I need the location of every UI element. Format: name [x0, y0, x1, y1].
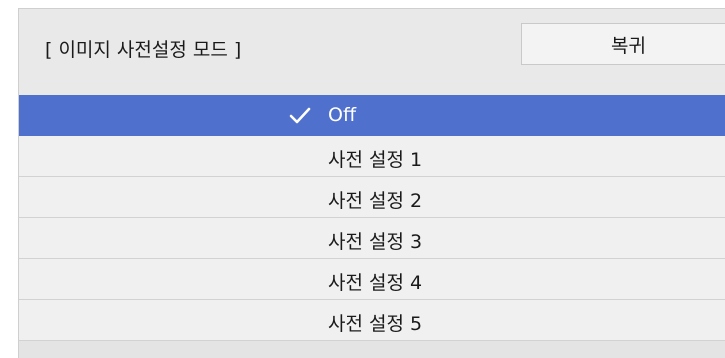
reset-button[interactable]: 복귀: [521, 23, 725, 65]
option-preset-2[interactable]: 사전 설정 2: [19, 177, 725, 218]
option-label: 사전 설정 3: [328, 231, 423, 253]
panel-title: [ 이미지 사전설정 모드 ]: [45, 39, 242, 61]
option-preset-5[interactable]: 사전 설정 5: [19, 300, 725, 341]
image-preset-mode-panel: [ 이미지 사전설정 모드 ] 복귀 Off 사전 설정 1 사전 설정 2 사…: [18, 8, 725, 358]
option-label: 사전 설정 1: [328, 149, 423, 171]
panel-header: [ 이미지 사전설정 모드 ] 복귀: [19, 9, 725, 95]
list-footer-strip: [19, 341, 725, 358]
option-preset-3[interactable]: 사전 설정 3: [19, 218, 725, 259]
option-label: Off: [328, 104, 357, 126]
option-label: 사전 설정 2: [328, 190, 423, 212]
preset-option-list: Off 사전 설정 1 사전 설정 2 사전 설정 3 사전 설정 4 사전 설…: [19, 95, 725, 341]
check-icon: [289, 107, 311, 124]
option-label: 사전 설정 4: [328, 272, 423, 294]
option-preset-4[interactable]: 사전 설정 4: [19, 259, 725, 300]
option-preset-1[interactable]: 사전 설정 1: [19, 136, 725, 177]
option-label: 사전 설정 5: [328, 313, 423, 335]
option-off[interactable]: Off: [19, 95, 725, 136]
